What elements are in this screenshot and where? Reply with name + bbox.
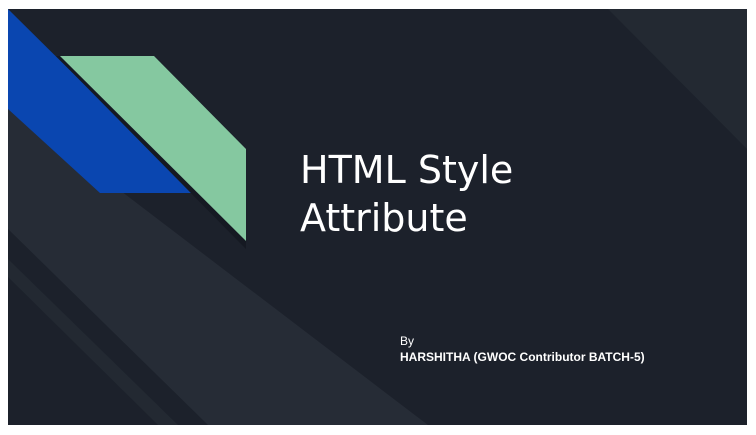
slide-title: HTML Style Attribute <box>300 146 720 242</box>
byline: By HARSHITHA (GWOC Contributor BATCH-5) <box>400 333 645 365</box>
title-slide: HTML Style Attribute By HARSHITHA (GWOC … <box>8 9 747 425</box>
author-name: HARSHITHA (GWOC Contributor BATCH-5) <box>400 350 645 364</box>
slide-frame: HTML Style Attribute By HARSHITHA (GWOC … <box>0 0 756 435</box>
slide-title-line-2: Attribute <box>300 196 468 240</box>
by-label: By <box>400 334 415 348</box>
slide-title-line-1: HTML Style <box>300 148 514 192</box>
diagonal-stripe-topright <box>608 9 747 149</box>
